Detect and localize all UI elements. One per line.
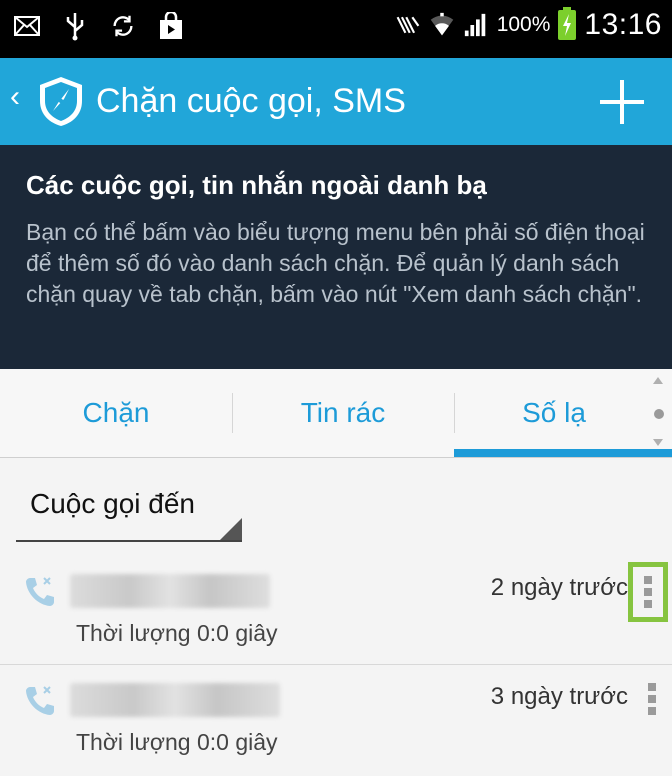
info-banner: Các cuộc gọi, tin nhắn ngoài danh bạ Bạn… xyxy=(0,145,672,369)
action-bar: ‹ Chặn cuộc gọi, SMS xyxy=(0,58,672,145)
selected-tab-indicator xyxy=(454,449,672,457)
tab-scroll-indicator[interactable] xyxy=(650,375,668,451)
battery-percent: 100% xyxy=(496,13,551,36)
call-type-dropdown[interactable]: Cuộc gọi đến xyxy=(16,478,242,542)
sync-icon xyxy=(110,11,136,41)
scroll-down-icon xyxy=(653,439,663,446)
scroll-up-icon xyxy=(653,377,663,384)
call-duration: Thời lượng 0:0 giây xyxy=(76,729,278,755)
phone-number-redacted xyxy=(70,574,270,608)
row-menu-button[interactable] xyxy=(628,562,668,622)
add-button[interactable] xyxy=(592,72,652,132)
usb-icon xyxy=(62,11,88,41)
incoming-call-icon xyxy=(22,683,58,719)
shield-logo-icon[interactable] xyxy=(36,75,86,127)
list-item[interactable]: 3 ngày trước Thời lượng 0:0 giây xyxy=(0,665,672,773)
tab-blocked[interactable]: Chặn xyxy=(0,369,232,457)
shop-icon xyxy=(158,11,184,41)
nfc-icon xyxy=(395,10,421,40)
clock: 13:16 xyxy=(584,8,662,41)
tab-bar: Chặn Tin rác Số lạ xyxy=(0,369,672,458)
scroll-dot-icon xyxy=(654,409,664,419)
list-item[interactable]: 2 ngày trước Thời lượng 0:0 giây xyxy=(0,556,672,665)
phone-number-redacted xyxy=(70,683,280,717)
call-duration: Thời lượng 0:0 giây xyxy=(76,620,278,646)
banner-description: Bạn có thể bấm vào biểu tượng menu bên p… xyxy=(26,219,645,307)
back-chevron-icon[interactable]: ‹ xyxy=(10,82,20,112)
page-title: Chặn cuộc gọi, SMS xyxy=(96,82,406,120)
incoming-call-icon xyxy=(22,574,58,610)
call-time: 3 ngày trước xyxy=(490,683,628,710)
dropdown-selected-value: Cuộc gọi đến xyxy=(30,488,196,519)
mail-icon xyxy=(14,11,40,41)
tab-unknown-numbers[interactable]: Số lạ xyxy=(454,369,654,457)
row-menu-button[interactable] xyxy=(632,669,672,729)
dropdown-arrow-icon xyxy=(220,518,242,540)
status-bar: 100% 13:16 xyxy=(0,0,672,58)
wifi-icon xyxy=(429,10,455,40)
overflow-menu-icon xyxy=(644,576,652,608)
battery-icon xyxy=(558,7,577,40)
tab-spam[interactable]: Tin rác xyxy=(232,369,454,457)
overflow-menu-icon xyxy=(648,683,656,715)
banner-title: Các cuộc gọi, tin nhắn ngoài danh bạ xyxy=(26,170,487,200)
call-time: 2 ngày trước xyxy=(490,574,628,601)
signal-icon xyxy=(463,10,489,40)
